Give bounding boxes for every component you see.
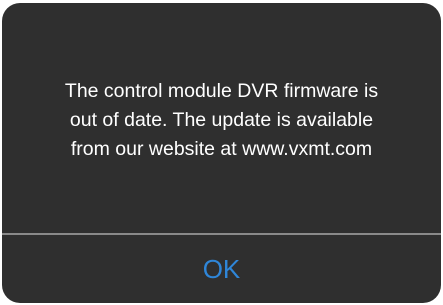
- message-line-3: from our website at www.vxmt.com: [70, 137, 373, 160]
- message-line-1: The control module DVR firmware is: [64, 79, 379, 102]
- message-line-2: out of date. The update is available: [69, 108, 374, 131]
- ok-button[interactable]: OK: [2, 235, 441, 303]
- dialog-message-area: The control module DVR firmware is out o…: [2, 3, 441, 233]
- alert-dialog: The control module DVR firmware is out o…: [2, 3, 441, 303]
- dialog-message: The control module DVR firmware is out o…: [42, 73, 402, 164]
